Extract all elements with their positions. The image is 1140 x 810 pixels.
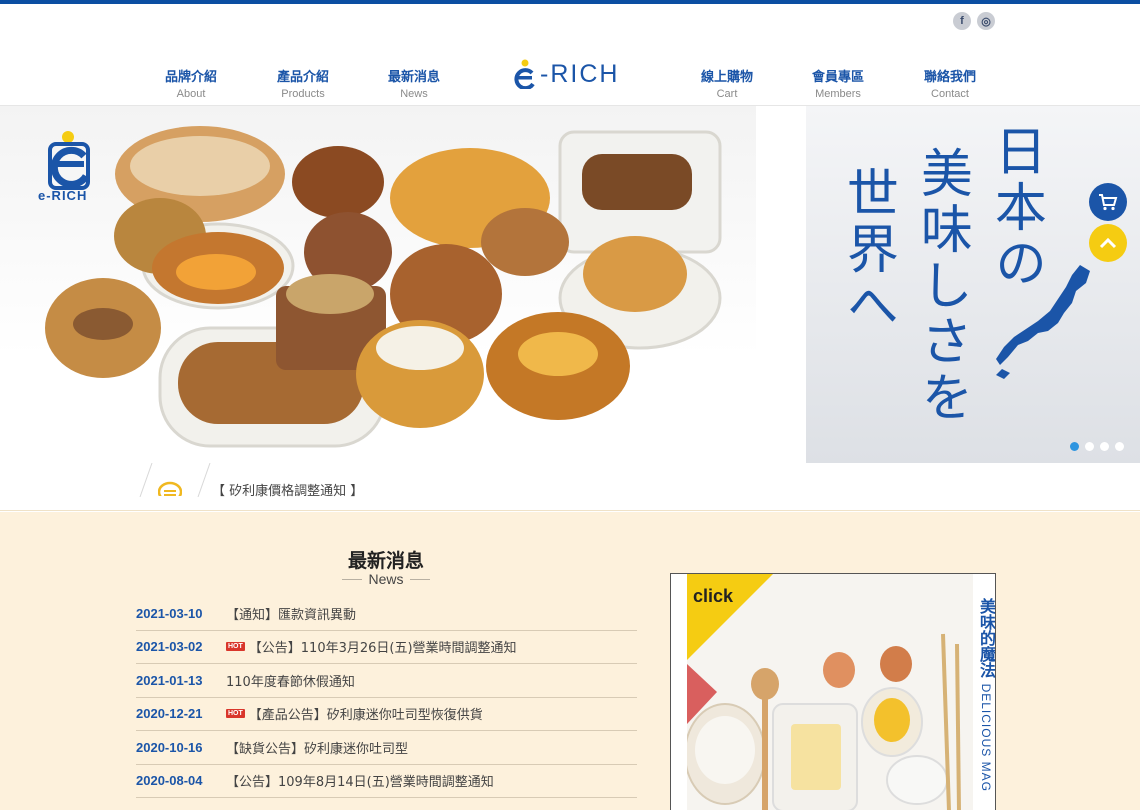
nav-cart-label: 線上購物 — [700, 70, 753, 85]
news-title: HOT 【公告】110年3月26日(五)營業時間調整通知 — [226, 641, 517, 657]
nav-news[interactable]: 最新消息 News — [364, 66, 464, 100]
news-item[interactable]: 2020-10-16 【缺貨公告】矽利康迷你吐司型 — [136, 731, 637, 765]
announcement-ticker: 【 矽利康價格調整通知 】 — [0, 463, 1140, 511]
hero-bread-image: e-RICH — [0, 106, 756, 463]
promo-banner[interactable]: click 美味的魔法 DELICIOUS MAG — [670, 573, 996, 810]
news-date: 2021-01-13 — [136, 672, 203, 688]
social-links: f ◎ — [953, 12, 995, 30]
chevron-up-icon — [1099, 237, 1117, 249]
promo-vertical-title: 美味的魔法 DELICIOUS MAG — [977, 598, 996, 792]
ticker-text[interactable]: 【 矽利康價格調整通知 】 — [212, 480, 363, 499]
promo-title-en: DELICIOUS MAG — [979, 683, 993, 792]
news-list: 2021-03-10 【通知】匯款資訊異動 2021-03-02 HOT 【公告】… — [136, 597, 637, 798]
promo-click-label: click — [693, 586, 734, 606]
bread-assortment-illustration — [45, 126, 722, 448]
news-title: HOT 【產品公告】矽利康迷你吐司型恢復供貨 — [226, 708, 483, 724]
nav-contact[interactable]: 聯絡我們 Contact — [900, 66, 1000, 100]
japan-map-icon — [996, 265, 1090, 379]
slogan-col-3: 世界へ — [837, 166, 898, 334]
news-date: 2020-08-04 — [136, 773, 203, 789]
news-item[interactable]: 2020-12-21 HOT 【產品公告】矽利康迷你吐司型恢復供貨 — [136, 698, 637, 731]
carousel-dot-2[interactable] — [1085, 442, 1094, 451]
nav-news-label: 最新消息 — [387, 70, 440, 85]
carousel-dot-4[interactable] — [1115, 442, 1124, 451]
hero-carousel[interactable]: e-RICH 日本の 美味しさを 世界へ — [0, 106, 1140, 463]
carousel-dot-3[interactable] — [1100, 442, 1109, 451]
nav-members[interactable]: 會員專區 Members — [788, 66, 888, 100]
news-section-title: 最新消息 — [347, 550, 424, 572]
site-header: f ◎ 品牌介紹 About 產品介紹 Products 最新消息 News -… — [0, 4, 1140, 106]
instagram-icon[interactable]: ◎ — [977, 12, 995, 30]
slogan-col-2: 美味しさを — [911, 146, 972, 426]
carousel-dot-1[interactable] — [1070, 442, 1079, 451]
nav-members-label: 會員專區 — [811, 70, 864, 85]
announcement-icon — [158, 481, 182, 496]
shopping-cart-icon — [1099, 194, 1118, 211]
nav-contact-sublabel: Contact — [931, 88, 969, 100]
news-title: 110年度春節休假通知 — [226, 674, 355, 690]
nav-news-sublabel: News — [400, 88, 428, 100]
news-date: 2020-10-16 — [136, 739, 203, 755]
carousel-dots — [1070, 442, 1124, 451]
scroll-top-button[interactable] — [1089, 224, 1127, 262]
news-section-subtitle: News — [336, 571, 436, 587]
ingredients-illustration — [687, 574, 961, 810]
news-title: 【通知】匯款資訊異動 — [226, 607, 357, 623]
nav-about-label: 品牌介紹 — [164, 70, 217, 85]
hot-badge: HOT — [226, 642, 245, 652]
news-item[interactable]: 2020-08-04 【公告】109年8月14日(五)營業時間調整通知 — [136, 765, 637, 798]
news-title: 【缺貨公告】矽利康迷你吐司型 — [226, 741, 409, 757]
news-item[interactable]: 2021-03-02 HOT 【公告】110年3月26日(五)營業時間調整通知 — [136, 631, 637, 664]
nav-products-label: 產品介紹 — [276, 70, 329, 85]
logo-e-icon — [514, 59, 535, 89]
nav-cart-sublabel: Cart — [716, 88, 738, 100]
news-date: 2021-03-02 — [136, 639, 203, 655]
news-item[interactable]: 2021-01-13 110年度春節休假通知 — [136, 664, 637, 698]
news-date: 2020-12-21 — [136, 706, 203, 722]
cart-fab-button[interactable] — [1089, 183, 1127, 221]
nav-contact-label: 聯絡我們 — [923, 70, 976, 85]
logo-text: -RICH — [540, 59, 620, 88]
nav-about[interactable]: 品牌介紹 About — [141, 66, 241, 100]
nav-cart[interactable]: 線上購物 Cart — [677, 66, 777, 100]
hero-side-logo-text: e-RICH — [38, 188, 88, 203]
news-item[interactable]: 2021-03-10 【通知】匯款資訊異動 — [136, 597, 637, 631]
news-title: 【公告】109年8月14日(五)營業時間調整通知 — [226, 775, 494, 791]
nav-products-sublabel: Products — [281, 88, 325, 100]
nav-members-sublabel: Members — [815, 88, 861, 100]
nav-products[interactable]: 產品介紹 Products — [253, 66, 353, 100]
site-logo[interactable]: -RICH — [512, 56, 619, 92]
hero-slogan-panel: 日本の 美味しさを 世界へ — [806, 106, 1140, 463]
hot-badge: HOT — [226, 709, 245, 719]
baking-ingredients-image: click — [687, 574, 973, 810]
nav-about-sublabel: About — [176, 88, 206, 100]
news-date: 2021-03-10 — [136, 605, 203, 621]
promo-title-zh: 美味的魔法 — [977, 598, 996, 678]
facebook-icon[interactable]: f — [953, 12, 971, 30]
